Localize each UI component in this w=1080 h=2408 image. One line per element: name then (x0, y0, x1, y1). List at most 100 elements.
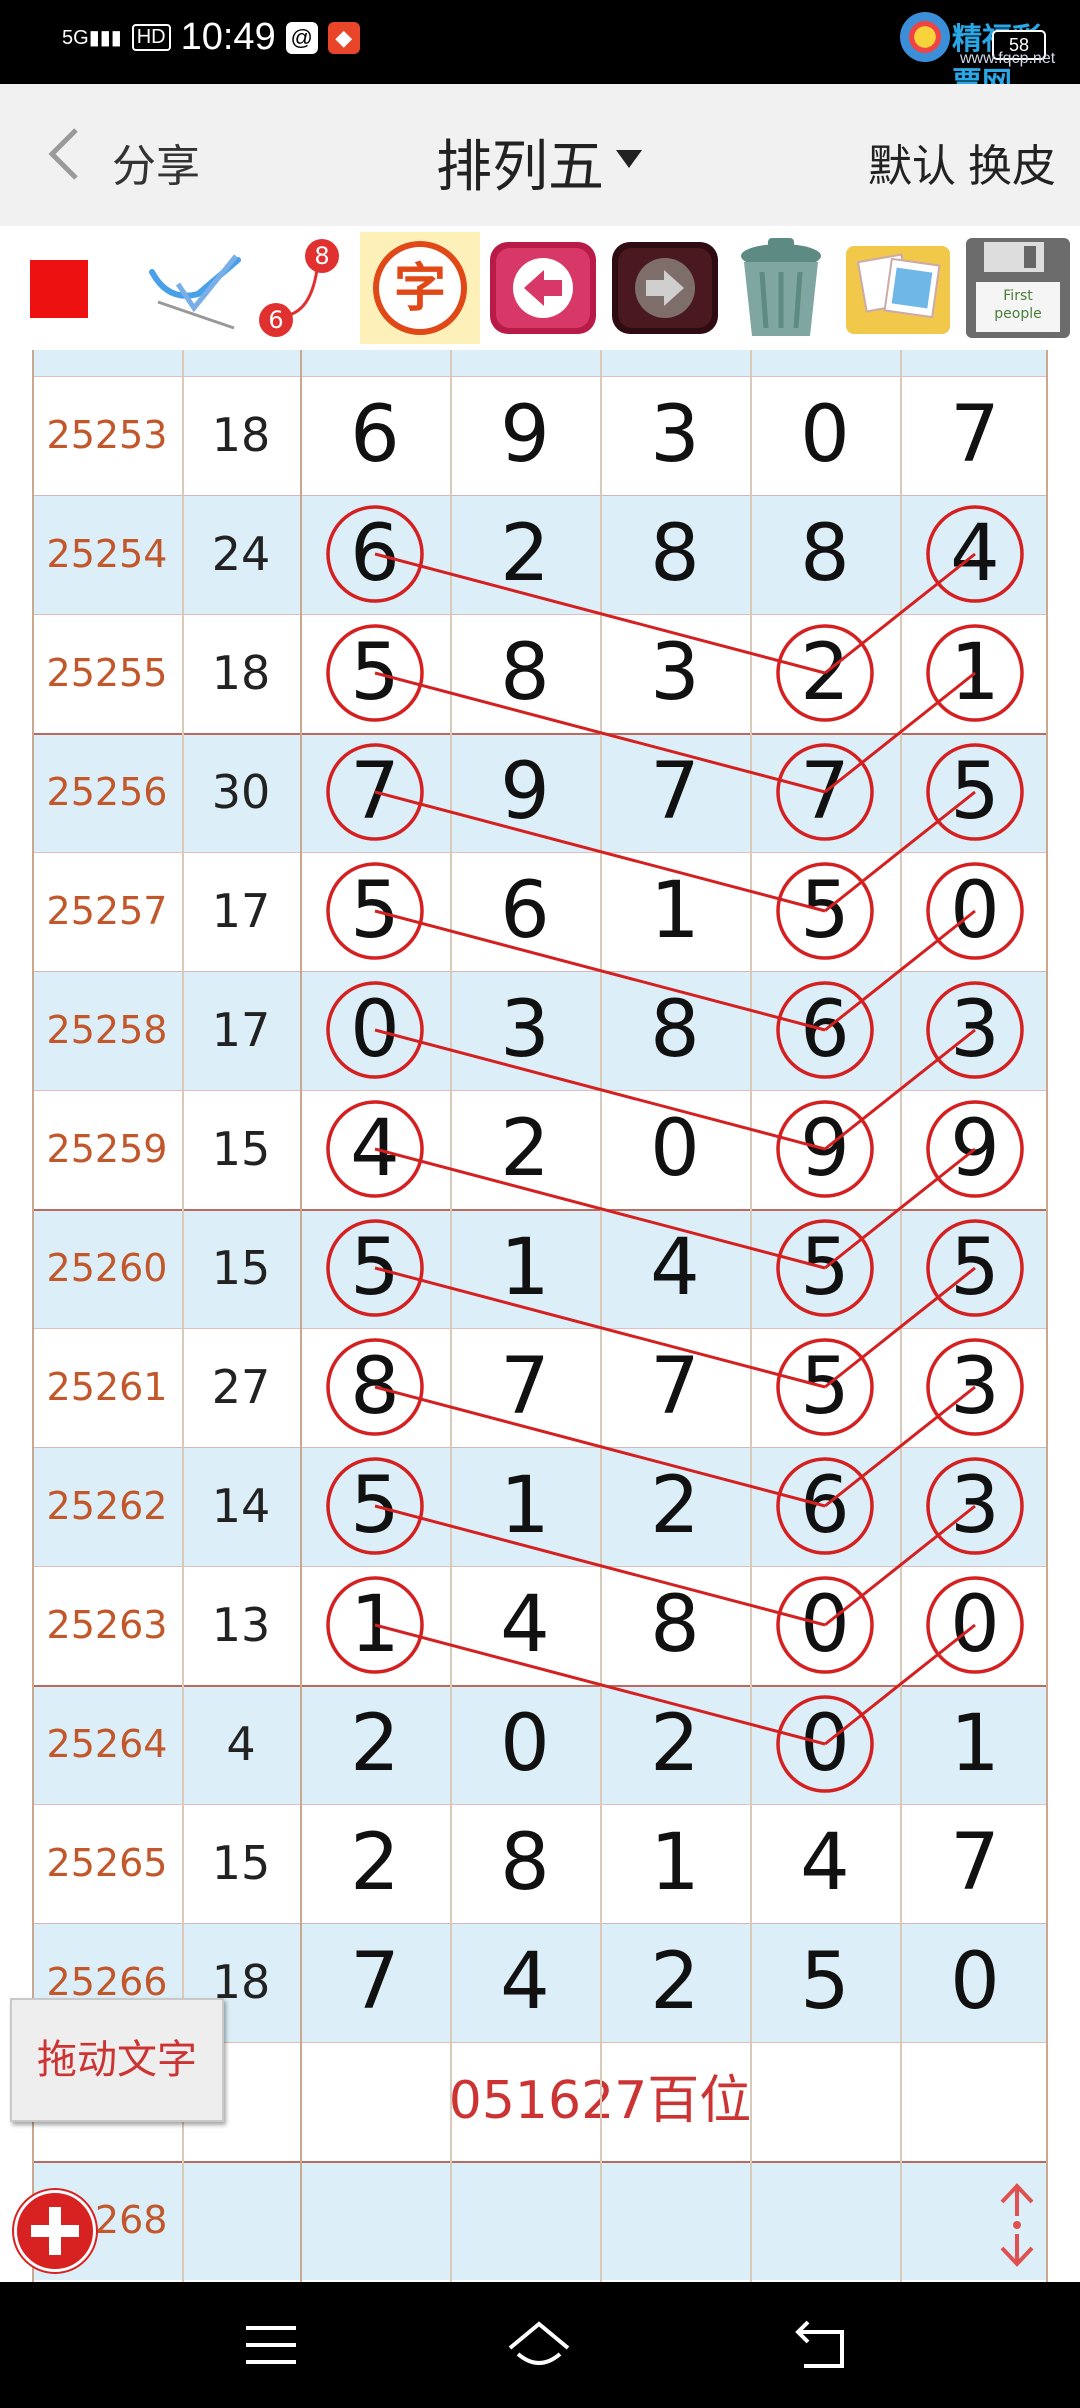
digit-cell[interactable]: 4 (600, 1209, 750, 1328)
digit-cell[interactable]: 6 (750, 1447, 900, 1566)
digit-cell[interactable]: 0 (900, 1923, 1048, 2042)
digit-cell[interactable]: 8 (600, 1566, 750, 1685)
digit-cell[interactable]: 7 (750, 733, 900, 852)
digit-cell[interactable]: 7 (300, 1923, 450, 2042)
digit-cell[interactable]: 3 (900, 1328, 1048, 1447)
table-row[interactable]: 25256 30 7 9 7 7 5 (32, 733, 1048, 852)
dropdown-caret-icon[interactable] (616, 150, 642, 168)
digit-cell[interactable]: 0 (450, 1685, 600, 1804)
pen-check-icon[interactable] (138, 232, 250, 344)
digit-cell[interactable]: 8 (450, 1804, 600, 1923)
table-row[interactable]: 25259 15 4 2 0 9 9 (32, 1090, 1048, 1209)
table-row[interactable]: 25257 17 5 6 1 5 0 (32, 852, 1048, 971)
table-row[interactable]: 25263 13 1 4 8 0 0 (32, 1566, 1048, 1685)
drag-text-button[interactable]: 拖动文字 (10, 1998, 224, 2122)
digit-cell[interactable]: 4 (300, 1090, 450, 1209)
digit-cell[interactable]: 1 (600, 1804, 750, 1923)
redo-arrow-icon[interactable] (606, 232, 724, 344)
digit-cell[interactable]: 4 (450, 1566, 600, 1685)
digit-cell[interactable]: 6 (300, 376, 450, 495)
table-row[interactable]: 25261 27 8 7 7 5 3 (32, 1328, 1048, 1447)
undo-arrow-icon[interactable] (484, 232, 602, 344)
trash-icon[interactable] (726, 232, 836, 344)
digit-cell[interactable]: 2 (300, 1685, 450, 1804)
digit-cell[interactable]: 0 (600, 1090, 750, 1209)
digit-cell[interactable]: 9 (900, 1090, 1048, 1209)
digit-cell[interactable]: 7 (900, 1804, 1048, 1923)
digit-cell[interactable]: 5 (300, 852, 450, 971)
default-button[interactable]: 默认 (868, 130, 956, 194)
digit-cell[interactable]: 0 (300, 971, 450, 1090)
digit-cell[interactable]: 2 (300, 1804, 450, 1923)
digit-cell[interactable]: 7 (600, 1328, 750, 1447)
digit-cell[interactable]: 8 (600, 971, 750, 1090)
digit-cell[interactable]: 3 (900, 971, 1048, 1090)
link-numbers-icon[interactable]: 8 6 (252, 232, 364, 344)
digit-cell[interactable]: 0 (900, 852, 1048, 971)
digit-cell[interactable]: 1 (600, 852, 750, 971)
digit-cell[interactable]: 2 (600, 1447, 750, 1566)
table-row[interactable]: 25254 24 6 2 8 8 4 (32, 495, 1048, 614)
color-picker-red[interactable] (30, 260, 88, 318)
lottery-type-dropdown[interactable]: 排列五 (436, 122, 604, 203)
table-row[interactable]: 25265 15 2 8 1 4 7 (32, 1804, 1048, 1923)
digit-cell[interactable]: 4 (900, 495, 1048, 614)
digit-cell[interactable]: 7 (300, 733, 450, 852)
digit-cell[interactable]: 1 (450, 1447, 600, 1566)
digit-cell[interactable]: 0 (750, 1685, 900, 1804)
back-icon[interactable] (790, 2312, 856, 2378)
digit-cell[interactable]: 1 (900, 614, 1048, 733)
digit-cell[interactable]: 7 (900, 376, 1048, 495)
digit-cell[interactable]: 5 (300, 1447, 450, 1566)
digit-cell[interactable]: 2 (450, 495, 600, 614)
photos-icon[interactable] (840, 232, 956, 344)
table-row[interactable]: 25268 (32, 2161, 1048, 2280)
digit-cell[interactable]: 1 (300, 1566, 450, 1685)
digit-cell[interactable]: 4 (750, 1804, 900, 1923)
change-skin-button[interactable]: 换皮 (968, 130, 1056, 194)
results-table[interactable]: 25253 18 6 9 3 0 7 25254 24 6 2 8 8 4 25255 18 5 8 3 2 1 2525… (32, 350, 1048, 2282)
digit-cell[interactable]: 5 (300, 1209, 450, 1328)
text-tool-button[interactable]: 字 (360, 232, 480, 344)
digit-cell[interactable]: 6 (450, 852, 600, 971)
digit-cell[interactable]: 5 (750, 852, 900, 971)
digit-cell[interactable]: 4 (450, 1923, 600, 2042)
scroll-arrows-icon[interactable] (990, 2180, 1044, 2270)
digit-cell[interactable]: 2 (600, 1685, 750, 1804)
table-row[interactable]: 25258 17 0 3 8 6 3 (32, 971, 1048, 1090)
table-row[interactable]: 25262 14 5 1 2 6 3 (32, 1447, 1048, 1566)
digit-cell[interactable]: 3 (600, 376, 750, 495)
digit-cell[interactable]: 2 (750, 614, 900, 733)
digit-cell[interactable]: 5 (750, 1328, 900, 1447)
digit-cell[interactable]: 5 (750, 1209, 900, 1328)
back-chevron-icon[interactable] (44, 126, 84, 182)
digit-cell[interactable]: 5 (300, 614, 450, 733)
digit-cell[interactable]: 0 (750, 376, 900, 495)
save-disk-icon[interactable]: First people (960, 232, 1076, 344)
table-row[interactable]: 25260 15 5 1 4 5 5 (32, 1209, 1048, 1328)
digit-cell[interactable]: 7 (600, 733, 750, 852)
digit-cell[interactable]: 0 (900, 1566, 1048, 1685)
digit-cell[interactable]: 5 (900, 1209, 1048, 1328)
digit-cell[interactable]: 8 (750, 495, 900, 614)
digit-cell[interactable]: 2 (450, 1090, 600, 1209)
digit-cell[interactable]: 8 (600, 495, 750, 614)
digit-cell[interactable]: 5 (900, 733, 1048, 852)
table-row[interactable]: 25264 4 2 0 2 0 1 (32, 1685, 1048, 1804)
table-row[interactable]: 25253 18 6 9 3 0 7 (32, 376, 1048, 495)
digit-cell[interactable]: 6 (750, 971, 900, 1090)
digit-cell[interactable]: 1 (900, 1685, 1048, 1804)
add-button[interactable] (14, 2190, 96, 2272)
digit-cell[interactable]: 3 (600, 614, 750, 733)
digit-cell[interactable]: 9 (450, 376, 600, 495)
digit-cell[interactable]: 9 (750, 1090, 900, 1209)
digit-cell[interactable]: 5 (750, 1923, 900, 2042)
digit-cell[interactable]: 0 (750, 1566, 900, 1685)
digit-cell[interactable]: 6 (300, 495, 450, 614)
digit-cell[interactable]: 7 (450, 1328, 600, 1447)
digit-cell[interactable]: 8 (300, 1328, 450, 1447)
share-button[interactable]: 分享 (112, 130, 200, 194)
table-row[interactable]: 25255 18 5 8 3 2 1 (32, 614, 1048, 733)
digit-cell[interactable]: 3 (900, 1447, 1048, 1566)
digit-cell[interactable]: 2 (600, 1923, 750, 2042)
